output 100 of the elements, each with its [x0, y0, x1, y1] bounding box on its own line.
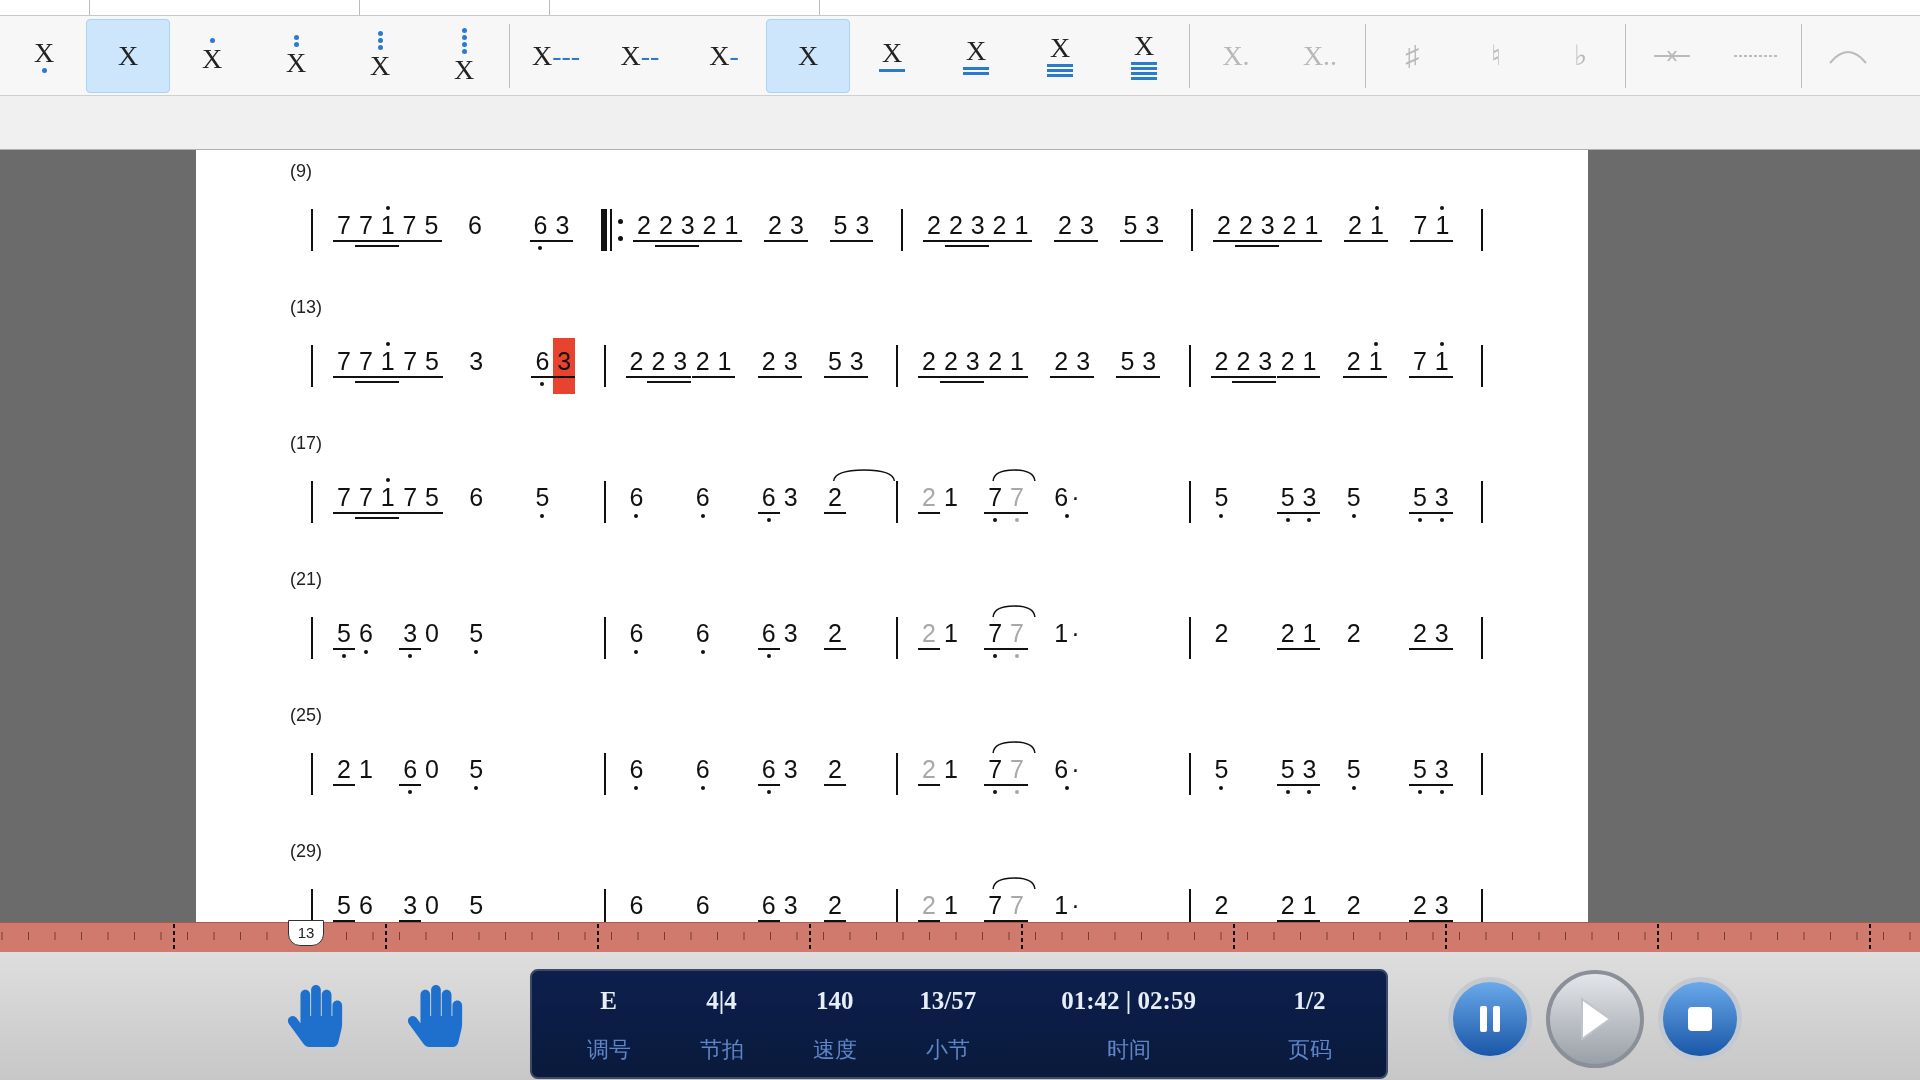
note[interactable]: 7 [354, 338, 377, 394]
note[interactable]: 1 [1365, 202, 1388, 258]
note[interactable]: 3 [1298, 746, 1321, 802]
note[interactable]: 6· [1050, 746, 1084, 802]
note[interactable]: 5 [1408, 746, 1431, 802]
note[interactable]: 3 [785, 202, 808, 258]
note[interactable]: 6 [691, 882, 714, 922]
note[interactable]: 5 [1210, 746, 1233, 802]
note[interactable]: 2 [823, 474, 846, 530]
note[interactable]: 3 [1430, 474, 1453, 530]
note[interactable]: 7 [1408, 338, 1431, 394]
note[interactable]: 1· [1050, 610, 1084, 666]
note[interactable]: 5 [421, 338, 443, 394]
note[interactable]: 3 [1138, 338, 1161, 394]
note[interactable]: 6 [465, 474, 488, 530]
note[interactable]: 2 [1210, 338, 1233, 394]
note-tool-button[interactable]: X- [682, 18, 766, 93]
note-tool-button[interactable]: X [2, 18, 86, 93]
note[interactable]: 1· [1050, 882, 1084, 922]
note[interactable]: 2 [823, 746, 846, 802]
note[interactable]: 3 [399, 882, 422, 922]
note[interactable]: 6 [354, 610, 377, 666]
note[interactable]: 1 [376, 474, 399, 530]
note[interactable]: 3 [851, 202, 874, 258]
note[interactable]: 7 [354, 474, 377, 530]
note[interactable]: 1 [1298, 338, 1321, 394]
note[interactable]: 5 [1342, 746, 1365, 802]
note[interactable]: 2 [633, 202, 655, 258]
note[interactable]: 5 [1210, 474, 1233, 530]
note[interactable]: 3 [669, 338, 692, 394]
note-tool-button[interactable]: X [1102, 18, 1186, 93]
note[interactable]: 6 [691, 610, 714, 666]
note[interactable]: 2 [939, 338, 962, 394]
note[interactable]: 5 [465, 746, 488, 802]
note[interactable]: 7 [399, 338, 422, 394]
hand-icon[interactable] [405, 985, 465, 1047]
note-tool-button[interactable]: X [850, 18, 934, 93]
note-tool-button[interactable]: X [338, 18, 422, 93]
note[interactable]: 7 [984, 882, 1007, 922]
note[interactable]: 6 [464, 202, 486, 258]
note[interactable]: 2 [984, 338, 1007, 394]
note[interactable]: 3 [1141, 202, 1164, 258]
note[interactable]: 2 [1276, 338, 1299, 394]
note-tool-button[interactable]: X [766, 18, 850, 93]
note[interactable]: 2 [1276, 882, 1299, 922]
note[interactable]: 2 [1210, 610, 1233, 666]
note[interactable]: 3 [399, 610, 422, 666]
note-tool-button[interactable]: X [170, 18, 254, 93]
note[interactable]: 2 [1342, 338, 1365, 394]
note[interactable]: 0 [421, 746, 443, 802]
note[interactable]: 5 [420, 202, 443, 258]
note[interactable]: 2 [918, 338, 940, 394]
note[interactable]: 0 [421, 610, 443, 666]
note-tool-button[interactable]: X [422, 18, 506, 93]
note-tool-button[interactable]: X [86, 18, 170, 93]
hand-icon[interactable] [285, 985, 345, 1047]
note[interactable]: 7 [984, 610, 1007, 666]
note[interactable]: 5 [1116, 338, 1139, 394]
note[interactable]: 2 [923, 202, 945, 258]
note[interactable]: 1 [1298, 610, 1321, 666]
note[interactable]: 6 [625, 474, 648, 530]
note[interactable]: 7 [399, 474, 422, 530]
note[interactable]: 1 [376, 338, 399, 394]
note[interactable]: 2 [1408, 882, 1431, 922]
note[interactable]: 1 [354, 746, 377, 802]
note[interactable]: 6 [691, 474, 714, 530]
note[interactable]: 3 [779, 474, 802, 530]
note[interactable]: 7 [984, 474, 1007, 530]
note[interactable]: 2 [944, 202, 967, 258]
note[interactable]: 6 [691, 746, 714, 802]
note[interactable]: 6 [354, 882, 377, 922]
note[interactable]: 6 [529, 202, 552, 258]
note[interactable]: 1 [939, 882, 962, 922]
note[interactable]: 6 [757, 882, 780, 922]
note[interactable]: 2 [1278, 202, 1301, 258]
note[interactable]: 7 [354, 202, 377, 258]
timeline-ruler-drawing[interactable] [0, 922, 1920, 952]
note[interactable]: 6 [757, 610, 780, 666]
note[interactable]: 3 [966, 202, 989, 258]
note[interactable]: 3 [553, 338, 576, 394]
note[interactable]: 7 [333, 474, 355, 530]
note[interactable]: 2 [1344, 202, 1366, 258]
note[interactable]: 2 [1054, 202, 1076, 258]
note[interactable]: 5 [465, 882, 488, 922]
note[interactable]: 5 [1408, 474, 1431, 530]
note[interactable]: 2 [625, 338, 648, 394]
note[interactable]: 3 [779, 610, 802, 666]
note[interactable]: 6 [757, 746, 780, 802]
note[interactable]: 7 [333, 202, 355, 258]
note[interactable]: 3 [676, 202, 699, 258]
note[interactable]: 2 [333, 746, 355, 802]
note[interactable]: 1 [1431, 202, 1454, 258]
note[interactable]: 2 [1050, 338, 1073, 394]
note[interactable]: 1 [1364, 338, 1387, 394]
note[interactable]: 5 [1342, 474, 1365, 530]
note[interactable]: 2 [757, 338, 780, 394]
note[interactable]: 3 [779, 882, 802, 922]
note[interactable]: 7 [984, 746, 1007, 802]
note[interactable]: 5 [1276, 474, 1299, 530]
note[interactable]: 2 [691, 338, 714, 394]
